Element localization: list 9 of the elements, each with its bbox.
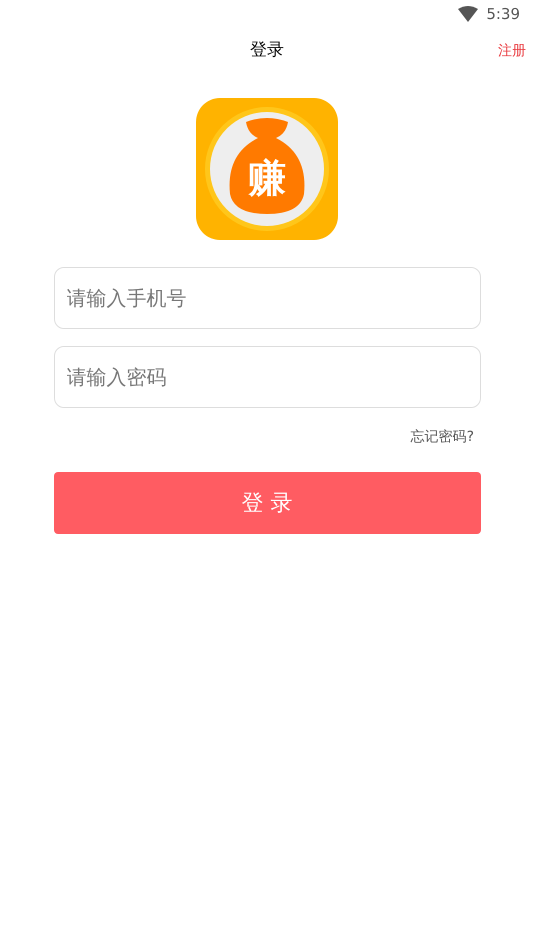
register-link[interactable]: 注册: [498, 40, 526, 62]
wifi-icon: [458, 6, 478, 22]
login-button[interactable]: 登 录: [54, 472, 480, 534]
page-title: 登录: [250, 39, 284, 62]
input-field[interactable]: 请输入密码: [54, 346, 480, 408]
status-time: 5:39: [486, 4, 520, 25]
forgot-password-link[interactable]: 忘记密码?: [410, 427, 480, 448]
app-logo-icon: 赚: [196, 98, 338, 240]
input-field[interactable]: 请输入手机号: [54, 267, 480, 329]
